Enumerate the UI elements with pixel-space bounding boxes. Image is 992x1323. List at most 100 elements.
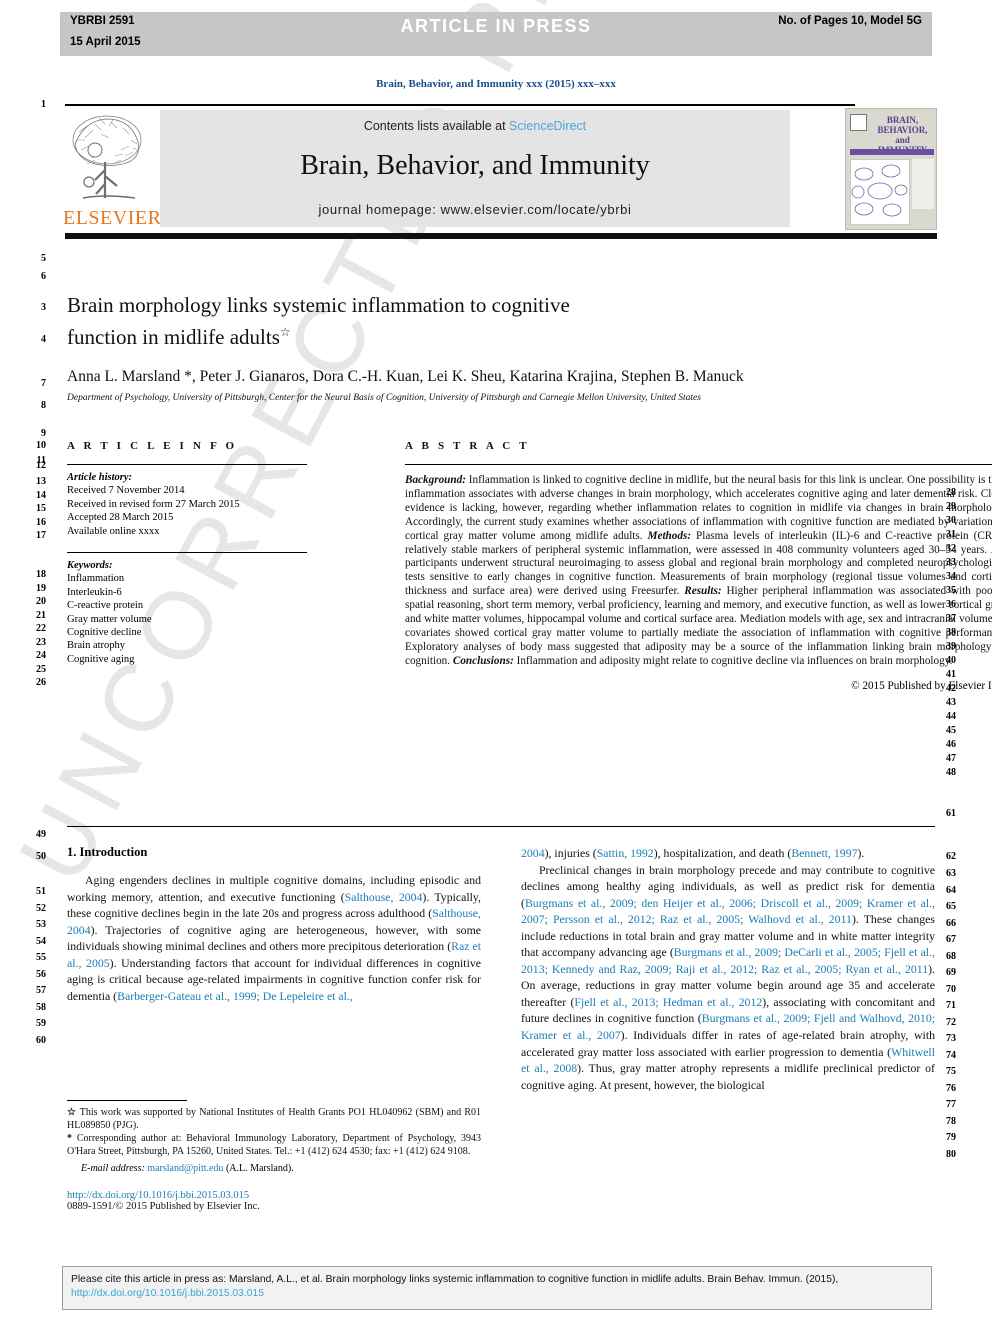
abstract-conclusions-label: Conclusions:: [452, 654, 514, 667]
line-number: 9: [41, 428, 46, 439]
line-number: 4: [41, 334, 46, 345]
journal-homepage[interactable]: journal homepage: www.elsevier.com/locat…: [160, 202, 790, 217]
affiliation: Department of Psychology, University of …: [67, 393, 701, 403]
line-number: 25: [36, 664, 46, 675]
keyword-item: C-reactive protein: [67, 600, 144, 612]
line-number: 75: [946, 1066, 956, 1077]
line-number: 60: [36, 1035, 46, 1046]
title-footnote-star-icon: ☆: [279, 325, 291, 339]
cite-text-container: Please cite this article in press as: Ma…: [63, 1267, 931, 1306]
line-number: 70: [946, 984, 956, 995]
citation-link[interactable]: Sattin, 1992: [597, 846, 654, 860]
line-number: 5: [41, 253, 46, 264]
keyword-item: Cognitive decline: [67, 627, 142, 639]
keyword-item: Cognitive aging: [67, 653, 135, 665]
issn-copyright: 0889-1591/© 2015 Published by Elsevier I…: [67, 1201, 260, 1213]
line-number: 74: [946, 1050, 956, 1061]
journal-masthead: ELSEVIER Contents lists available at Sci…: [63, 104, 937, 239]
line-number: 68: [946, 951, 956, 962]
line-number: 58: [36, 1002, 46, 1013]
line-number: 12: [36, 460, 46, 471]
keywords-list: Keywords: Inflammation Interleukin-6 C-r…: [67, 559, 307, 666]
author-list: Anna L. Marsland *, Peter J. Gianaros, D…: [67, 368, 744, 385]
line-number: 43: [946, 697, 956, 708]
contents-prefix: Contents lists available at: [363, 119, 510, 133]
line-number: 79: [946, 1132, 956, 1143]
history-item: Received 7 November 2014: [67, 485, 185, 497]
line-number: 61: [946, 808, 956, 819]
citation-link[interactable]: Fjell et al., 2013; Hedman et al., 2012: [574, 995, 762, 1009]
body-column-right: 2004), injuries (Sattin, 1992), hospital…: [521, 845, 935, 1093]
line-number: 48: [946, 767, 956, 778]
elsevier-wordmark: ELSEVIER: [63, 207, 162, 229]
doi-link[interactable]: http://dx.doi.org/10.1016/j.bbi.2015.03.…: [67, 1190, 481, 1201]
line-number: 49: [36, 829, 46, 840]
abstract-conclusions-text: Inflammation and adiposity might relate …: [513, 654, 953, 667]
keyword-item: Gray matter volume: [67, 613, 152, 625]
keywords-label: Keywords:: [67, 560, 113, 572]
contents-line: Contents lists available at ScienceDirec…: [160, 119, 790, 133]
abstract-body: Background: Inflammation is linked to co…: [405, 474, 992, 669]
line-number: 78: [946, 1116, 956, 1127]
article-info-heading: A R T I C L E I N F O: [67, 440, 238, 452]
history-item: Received in revised form 27 March 2015: [67, 498, 240, 510]
proof-header-bar: YBRBI 2591 15 April 2015 ARTICLE IN PRES…: [60, 12, 932, 56]
line-number: 15: [36, 503, 46, 514]
cover-color-bar: [850, 149, 934, 155]
line-number: 20: [36, 596, 46, 607]
elsevier-tree-icon: [72, 115, 142, 199]
abstract-rule: [405, 464, 992, 465]
body-top-rule: [67, 826, 935, 827]
line-number: 47: [946, 753, 956, 764]
citation-link[interactable]: Bennett, 1997: [791, 846, 857, 860]
line-number: 62: [946, 851, 956, 862]
footnote-corresponding-author: * Corresponding author at: Behavioral Im…: [67, 1133, 481, 1158]
sciencedirect-link[interactable]: ScienceDirect: [509, 119, 586, 133]
citation-link[interactable]: 2004: [521, 846, 545, 860]
line-number: 80: [946, 1149, 956, 1160]
line-number: 6: [41, 271, 46, 282]
email-label: E-mail address:: [81, 1163, 145, 1175]
line-number: 67: [946, 934, 956, 945]
running-head: Brain, Behavior, and Immunity xxx (2015)…: [376, 78, 616, 90]
line-number: 53: [36, 919, 46, 930]
line-number: 69: [946, 967, 956, 978]
cover-logo-square: [850, 114, 867, 131]
line-number: 19: [36, 583, 46, 594]
journal-banner: Contents lists available at ScienceDirec…: [160, 110, 790, 227]
history-item: Available online xxxx: [67, 525, 160, 537]
line-number: 73: [946, 1033, 956, 1044]
line-number: 26: [36, 677, 46, 688]
line-number: 66: [946, 918, 956, 929]
cite-doi-link[interactable]: http://dx.doi.org/10.1016/j.bbi.2015.03.…: [71, 1288, 264, 1299]
history-item: Accepted 28 March 2015: [67, 512, 174, 524]
cover-diagram-icon: [851, 164, 908, 217]
line-number: 59: [36, 1018, 46, 1029]
body-column-left: 1. Introduction Aging engenders declines…: [67, 845, 481, 1004]
keyword-item: Brain atrophy: [67, 640, 126, 652]
line-number: 64: [946, 885, 956, 896]
cite-text: Please cite this article in press as: Ma…: [71, 1274, 839, 1285]
citation-link[interactable]: Salthouse, 2004: [345, 890, 423, 904]
article-info-panel: A R T I C L E I N F O Article history: R…: [67, 440, 307, 666]
cite-this-article-box: Please cite this article in press as: Ma…: [62, 1266, 932, 1310]
abstract-methods-label: Methods:: [647, 529, 692, 542]
footnotes-block: ☆ This work was supported by National In…: [67, 1100, 481, 1212]
title-line-1: Brain morphology links systemic inflamma…: [67, 293, 570, 317]
paragraph-text: ), injuries (: [544, 846, 597, 860]
line-number: 54: [36, 936, 46, 947]
elsevier-logo: ELSEVIER: [63, 110, 161, 230]
section-heading-introduction: 1. Introduction: [67, 845, 148, 859]
line-number: 44: [946, 711, 956, 722]
proof-date: 15 April 2015: [70, 36, 141, 48]
line-number: 65: [946, 901, 956, 912]
email-link[interactable]: marsland@pitt.edu: [147, 1163, 223, 1174]
citation-link[interactable]: Barberger-Gateau et al., 1999; De Lepele…: [117, 989, 353, 1003]
line-number: 71: [946, 1000, 956, 1011]
footnote-grant-text: This work was supported by National Inst…: [67, 1107, 482, 1131]
line-number: 21: [36, 610, 46, 621]
line-number: 8: [41, 400, 46, 411]
footnote-star-icon: ☆: [67, 1107, 77, 1118]
keyword-item: Inflammation: [67, 573, 125, 585]
line-number: 16: [36, 517, 46, 528]
